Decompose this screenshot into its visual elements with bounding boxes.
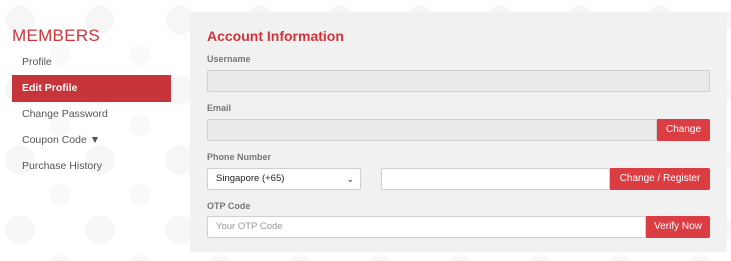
email-label: Email: [207, 103, 232, 113]
change-register-button[interactable]: Change / Register: [610, 168, 710, 190]
username-label: Username: [207, 54, 251, 64]
sidebar: MEMBERS Profile Edit Profile Change Pass…: [0, 0, 180, 261]
username-field[interactable]: [207, 70, 710, 92]
sidebar-item-profile[interactable]: Profile: [12, 49, 171, 76]
verify-now-button[interactable]: Verify Now: [646, 216, 710, 238]
sidebar-item-change-password[interactable]: Change Password: [12, 101, 171, 128]
sidebar-item-edit-profile[interactable]: Edit Profile: [12, 75, 171, 102]
account-panel: Account Information Username Email Chang…: [190, 12, 727, 252]
chevron-down-icon: ⌄: [346, 174, 354, 184]
country-code-value: Singapore (+65): [216, 173, 285, 184]
country-code-select[interactable]: Singapore (+65) ⌄: [207, 168, 361, 190]
email-field[interactable]: [207, 119, 657, 141]
change-email-button[interactable]: Change: [657, 119, 710, 141]
otp-input[interactable]: Your OTP Code: [207, 216, 646, 238]
sidebar-title: MEMBERS: [12, 26, 101, 45]
sidebar-item-purchase-history[interactable]: Purchase History: [12, 153, 171, 180]
sidebar-item-coupon-code[interactable]: Coupon Code ▼: [12, 127, 171, 154]
phone-field[interactable]: [381, 168, 610, 190]
otp-label: OTP Code: [207, 201, 251, 211]
phone-label: Phone Number: [207, 152, 272, 162]
panel-title: Account Information: [207, 28, 344, 44]
